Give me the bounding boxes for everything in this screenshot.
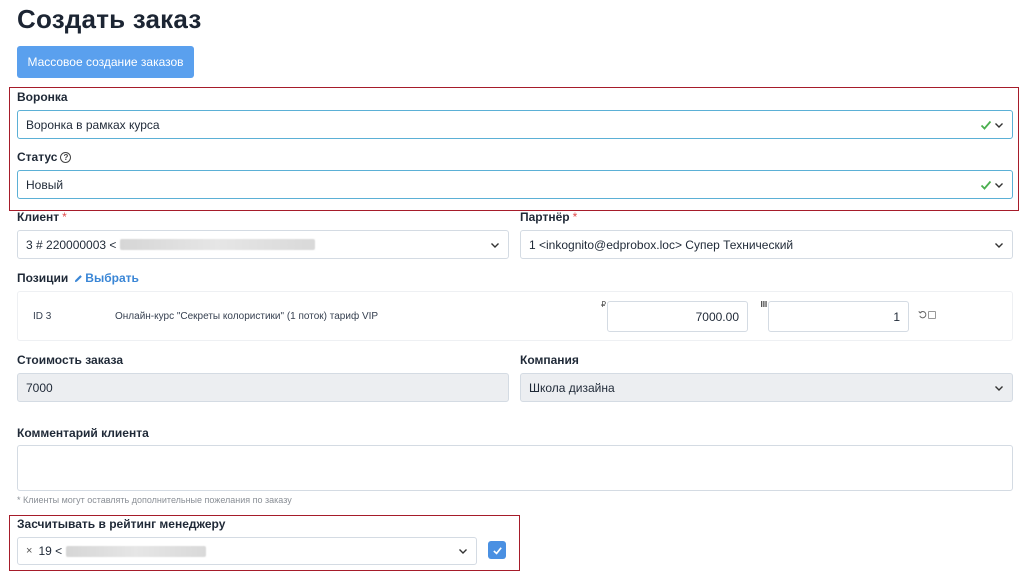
help-circle-icon[interactable]: ?	[60, 151, 72, 163]
chevron-down-icon	[491, 242, 499, 248]
order-cost-label: Стоимость заказа	[17, 353, 123, 367]
currency-symbol: ₽	[601, 300, 607, 309]
position-id: ID 3	[33, 311, 52, 322]
client-label: Клиент *	[17, 210, 67, 224]
manager-select[interactable]: × 19 <	[17, 537, 477, 565]
position-extra-controls	[918, 310, 936, 319]
position-name: Онлайн-курс "Секреты колористики" (1 пот…	[115, 311, 379, 322]
position-checkbox[interactable]	[928, 310, 936, 319]
status-select-value: Новый	[26, 177, 64, 192]
rating-checkbox[interactable]	[488, 541, 506, 559]
comment-hint: * Клиенты могут оставлять дополнительные…	[17, 495, 292, 505]
rating-label-text: Засчитывать в рейтинг менеджеру	[17, 517, 226, 531]
company-label-text: Компания	[520, 353, 579, 367]
partner-label-text: Партнёр	[520, 210, 570, 224]
company-select[interactable]: Школа дизайна	[520, 373, 1013, 402]
comment-label: Комментарий клиента	[17, 426, 149, 440]
client-select-value: 3 # 220000003 <	[26, 237, 117, 252]
check-icon	[980, 120, 992, 130]
quantity-icon	[761, 301, 767, 307]
reset-icon[interactable]	[918, 310, 927, 319]
partner-select-value: 1 <inkognito@edprobox.loc> Супер Техниче…	[529, 237, 794, 252]
chevron-down-icon	[995, 182, 1003, 188]
order-cost-field: 7000	[17, 373, 509, 402]
partner-select[interactable]: 1 <inkognito@edprobox.loc> Супер Техниче…	[520, 230, 1013, 259]
position-row: ID 3 Онлайн-курс "Секреты колористики" (…	[17, 291, 1013, 341]
status-label-text: Статус	[17, 150, 58, 164]
order-cost-label-text: Стоимость заказа	[17, 353, 124, 367]
order-cost-value: 7000	[26, 380, 53, 395]
mass-create-orders-button[interactable]: Массовое создание заказов	[17, 46, 194, 78]
chevron-down-icon	[459, 549, 467, 554]
company-label: Компания	[520, 353, 579, 367]
partner-label: Партнёр *	[520, 210, 577, 224]
positions-label: Позиции Выбрать	[17, 271, 139, 285]
position-quantity-input[interactable]: 1	[768, 301, 909, 332]
company-select-value: Школа дизайна	[529, 380, 615, 395]
status-select[interactable]: Новый	[17, 170, 1013, 199]
pencil-icon	[75, 274, 83, 282]
comment-textarea[interactable]	[17, 445, 1013, 491]
required-mark: *	[62, 210, 67, 224]
manager-select-value: 19 <	[38, 544, 63, 558]
client-label-text: Клиент	[17, 210, 60, 224]
required-mark: *	[572, 210, 578, 224]
funnel-label: Воронка	[17, 90, 68, 104]
position-price-input[interactable]: 7000.00	[607, 301, 748, 332]
rating-label: Засчитывать в рейтинг менеджеру	[17, 517, 225, 531]
client-select[interactable]: 3 # 220000003 <	[17, 230, 509, 259]
chevron-down-icon	[995, 122, 1003, 128]
funnel-label-text: Воронка	[17, 90, 68, 104]
choose-positions-label: Выбрать	[85, 271, 139, 285]
positions-label-text: Позиции	[17, 271, 69, 285]
funnel-select-value: Воронка в рамках курса	[26, 117, 160, 132]
chevron-down-icon	[995, 385, 1003, 391]
check-icon	[980, 180, 992, 190]
status-label: Статус ?	[17, 150, 72, 164]
funnel-select[interactable]: Воронка в рамках курса	[17, 110, 1013, 139]
chevron-down-icon	[995, 242, 1003, 248]
redacted-manager	[66, 545, 207, 557]
page-title: Создать заказ	[17, 4, 202, 34]
choose-positions-link[interactable]: Выбрать	[74, 271, 139, 285]
comment-label-text: Комментарий клиента	[17, 426, 149, 440]
remove-manager-icon[interactable]: ×	[26, 545, 32, 557]
redacted-email	[120, 239, 316, 250]
check-icon	[492, 546, 502, 555]
